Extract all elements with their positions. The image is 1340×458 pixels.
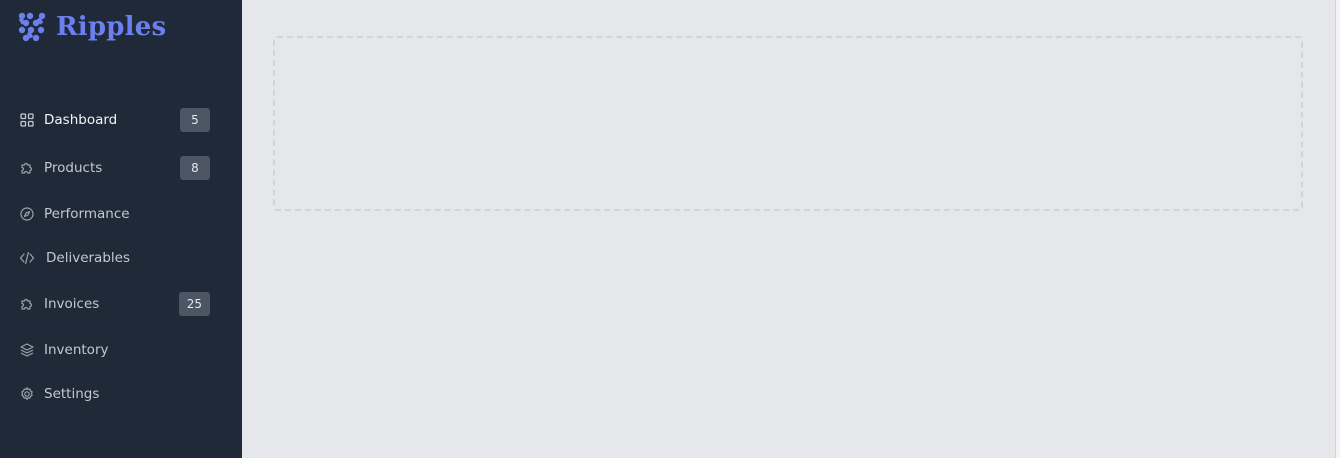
sidebar-item-label: Performance bbox=[44, 206, 130, 222]
puzzle-icon bbox=[19, 160, 35, 176]
gear-icon bbox=[19, 386, 35, 402]
empty-content-placeholder bbox=[273, 36, 1303, 211]
grid-icon bbox=[19, 112, 35, 128]
count-badge: 5 bbox=[180, 108, 210, 132]
sidebar: Ripples Dashboard 5 Products 8 Performan… bbox=[0, 0, 242, 458]
puzzle-icon bbox=[19, 296, 35, 312]
code-icon bbox=[19, 250, 35, 266]
sidebar-item-settings[interactable]: Settings bbox=[0, 372, 242, 416]
sidebar-item-label: Dashboard bbox=[44, 112, 118, 128]
vertical-scrollbar[interactable] bbox=[1335, 0, 1340, 458]
dots-grid-logo-icon bbox=[18, 12, 46, 42]
brand[interactable]: Ripples bbox=[17, 11, 166, 43]
sidebar-item-label: Inventory bbox=[44, 342, 109, 358]
sidebar-item-deliverables[interactable]: Deliverables bbox=[0, 236, 242, 280]
sidebar-item-performance[interactable]: Performance bbox=[0, 192, 242, 236]
compass-icon bbox=[19, 206, 35, 222]
sidebar-item-label: Deliverables bbox=[46, 250, 130, 266]
main-content bbox=[242, 0, 1335, 458]
brand-name: Ripples bbox=[56, 12, 167, 42]
sidebar-item-invoices[interactable]: Invoices 25 bbox=[0, 282, 242, 326]
sidebar-item-products[interactable]: Products 8 bbox=[0, 146, 242, 190]
count-badge: 25 bbox=[178, 292, 210, 316]
sidebar-item-label: Invoices bbox=[44, 296, 100, 312]
layers-icon bbox=[19, 342, 35, 358]
count-badge: 8 bbox=[180, 156, 210, 180]
sidebar-item-inventory[interactable]: Inventory bbox=[0, 328, 242, 372]
sidebar-item-label: Products bbox=[44, 160, 103, 176]
sidebar-item-label: Settings bbox=[44, 386, 100, 402]
sidebar-item-dashboard[interactable]: Dashboard 5 bbox=[0, 98, 242, 142]
app-window: Ripples Dashboard 5 Products 8 Performan… bbox=[0, 0, 1340, 458]
